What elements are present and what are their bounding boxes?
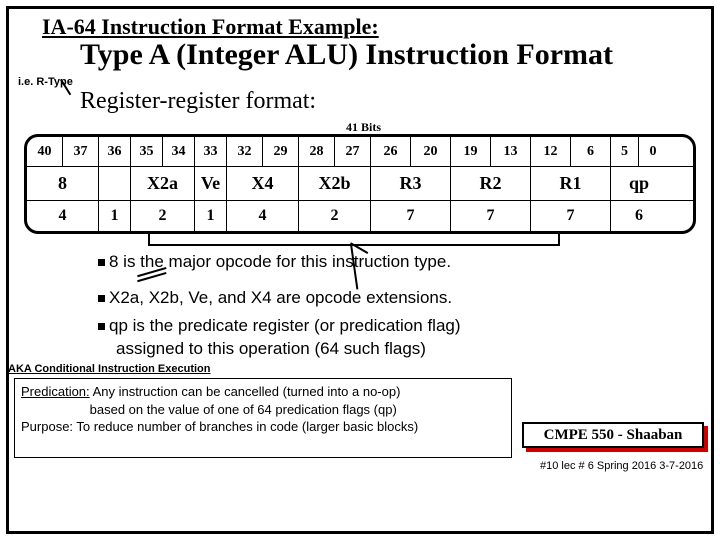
bullet-text: qp is the predicate register (or predica…: [109, 316, 461, 335]
field-cell: [99, 167, 131, 200]
bullet-2: X2a, X2b, Ve, and X4 are opcode extensio…: [98, 288, 452, 308]
instruction-table: 40 37 36 35 34 33 32 29 28 27 26 20 19 1…: [24, 134, 696, 234]
bit-cell: 37: [63, 137, 99, 166]
field-cell: X2a: [131, 167, 195, 200]
bullet-text: X2a, X2b, Ve, and X4 are opcode extensio…: [109, 288, 452, 307]
bit-cell: 36: [99, 137, 131, 166]
bullet-1: 8 is the major opcode for this instructi…: [98, 252, 451, 272]
bit-cell: 26: [371, 137, 411, 166]
bullet-icon: [98, 323, 105, 330]
bit-cell: 40: [27, 137, 63, 166]
field-cell: X2b: [299, 167, 371, 200]
bit-cell: 32: [227, 137, 263, 166]
title-line-2: Type A (Integer ALU) Instruction Format: [80, 38, 613, 72]
widths-row: 4 1 2 1 4 2 7 7 7 6: [27, 201, 693, 231]
field-cell: Ve: [195, 167, 227, 200]
bit-cell: 5: [611, 137, 639, 166]
width-cell: 7: [451, 201, 531, 231]
width-cell: 4: [227, 201, 299, 231]
bit-cell: 20: [411, 137, 451, 166]
width-cell: 7: [371, 201, 451, 231]
predication-line2: based on the value of one of 64 predicat…: [90, 402, 397, 417]
width-cell: 2: [131, 201, 195, 231]
bit-cell: 29: [263, 137, 299, 166]
width-cell: 4: [27, 201, 99, 231]
field-cell: 8: [27, 167, 99, 200]
connector-line: [558, 232, 560, 246]
bit-cell: 13: [491, 137, 531, 166]
width-cell: 7: [531, 201, 611, 231]
course-box: CMPE 550 - Shaaban: [522, 422, 704, 448]
width-cell: 1: [195, 201, 227, 231]
bullet-icon: [98, 295, 105, 302]
field-cell: R1: [531, 167, 611, 200]
field-cell: qp: [611, 167, 667, 200]
bit-cell: 33: [195, 137, 227, 166]
bit-cell: 19: [451, 137, 491, 166]
bit-cell: 35: [131, 137, 163, 166]
footer-text: #10 lec # 6 Spring 2016 3-7-2016: [540, 460, 703, 472]
fields-row: 8 X2a Ve X4 X2b R3 R2 R1 qp: [27, 167, 693, 201]
bit-cell: 34: [163, 137, 195, 166]
bullet-3: qp is the predicate register (or predica…: [98, 316, 461, 336]
bullet-3-cont: assigned to this operation (64 such flag…: [116, 339, 426, 359]
bit-cell: 6: [571, 137, 611, 166]
field-cell: R3: [371, 167, 451, 200]
bit-cell: 27: [335, 137, 371, 166]
field-cell: X4: [227, 167, 299, 200]
predication-line1: Any instruction can be cancelled (turned…: [93, 384, 401, 399]
bits-label: 41 Bits: [346, 120, 381, 135]
bit-cell: 12: [531, 137, 571, 166]
predication-label: Predication:: [21, 384, 90, 399]
width-cell: 1: [99, 201, 131, 231]
predication-line3: Purpose: To reduce number of branches in…: [21, 419, 418, 434]
width-cell: 6: [611, 201, 667, 231]
aka-label: AKA Conditional Instruction Execution: [8, 363, 210, 375]
bit-positions-row: 40 37 36 35 34 33 32 29 28 27 26 20 19 1…: [27, 137, 693, 167]
subtitle: Register-register format:: [80, 88, 316, 115]
bullet-icon: [98, 259, 105, 266]
field-cell: R2: [451, 167, 531, 200]
bit-cell: 28: [299, 137, 335, 166]
title-line-1: IA-64 Instruction Format Example:: [42, 14, 379, 40]
predication-box: Predication: Any instruction can be canc…: [14, 378, 512, 458]
width-cell: 2: [299, 201, 371, 231]
bit-cell: 0: [639, 137, 667, 166]
